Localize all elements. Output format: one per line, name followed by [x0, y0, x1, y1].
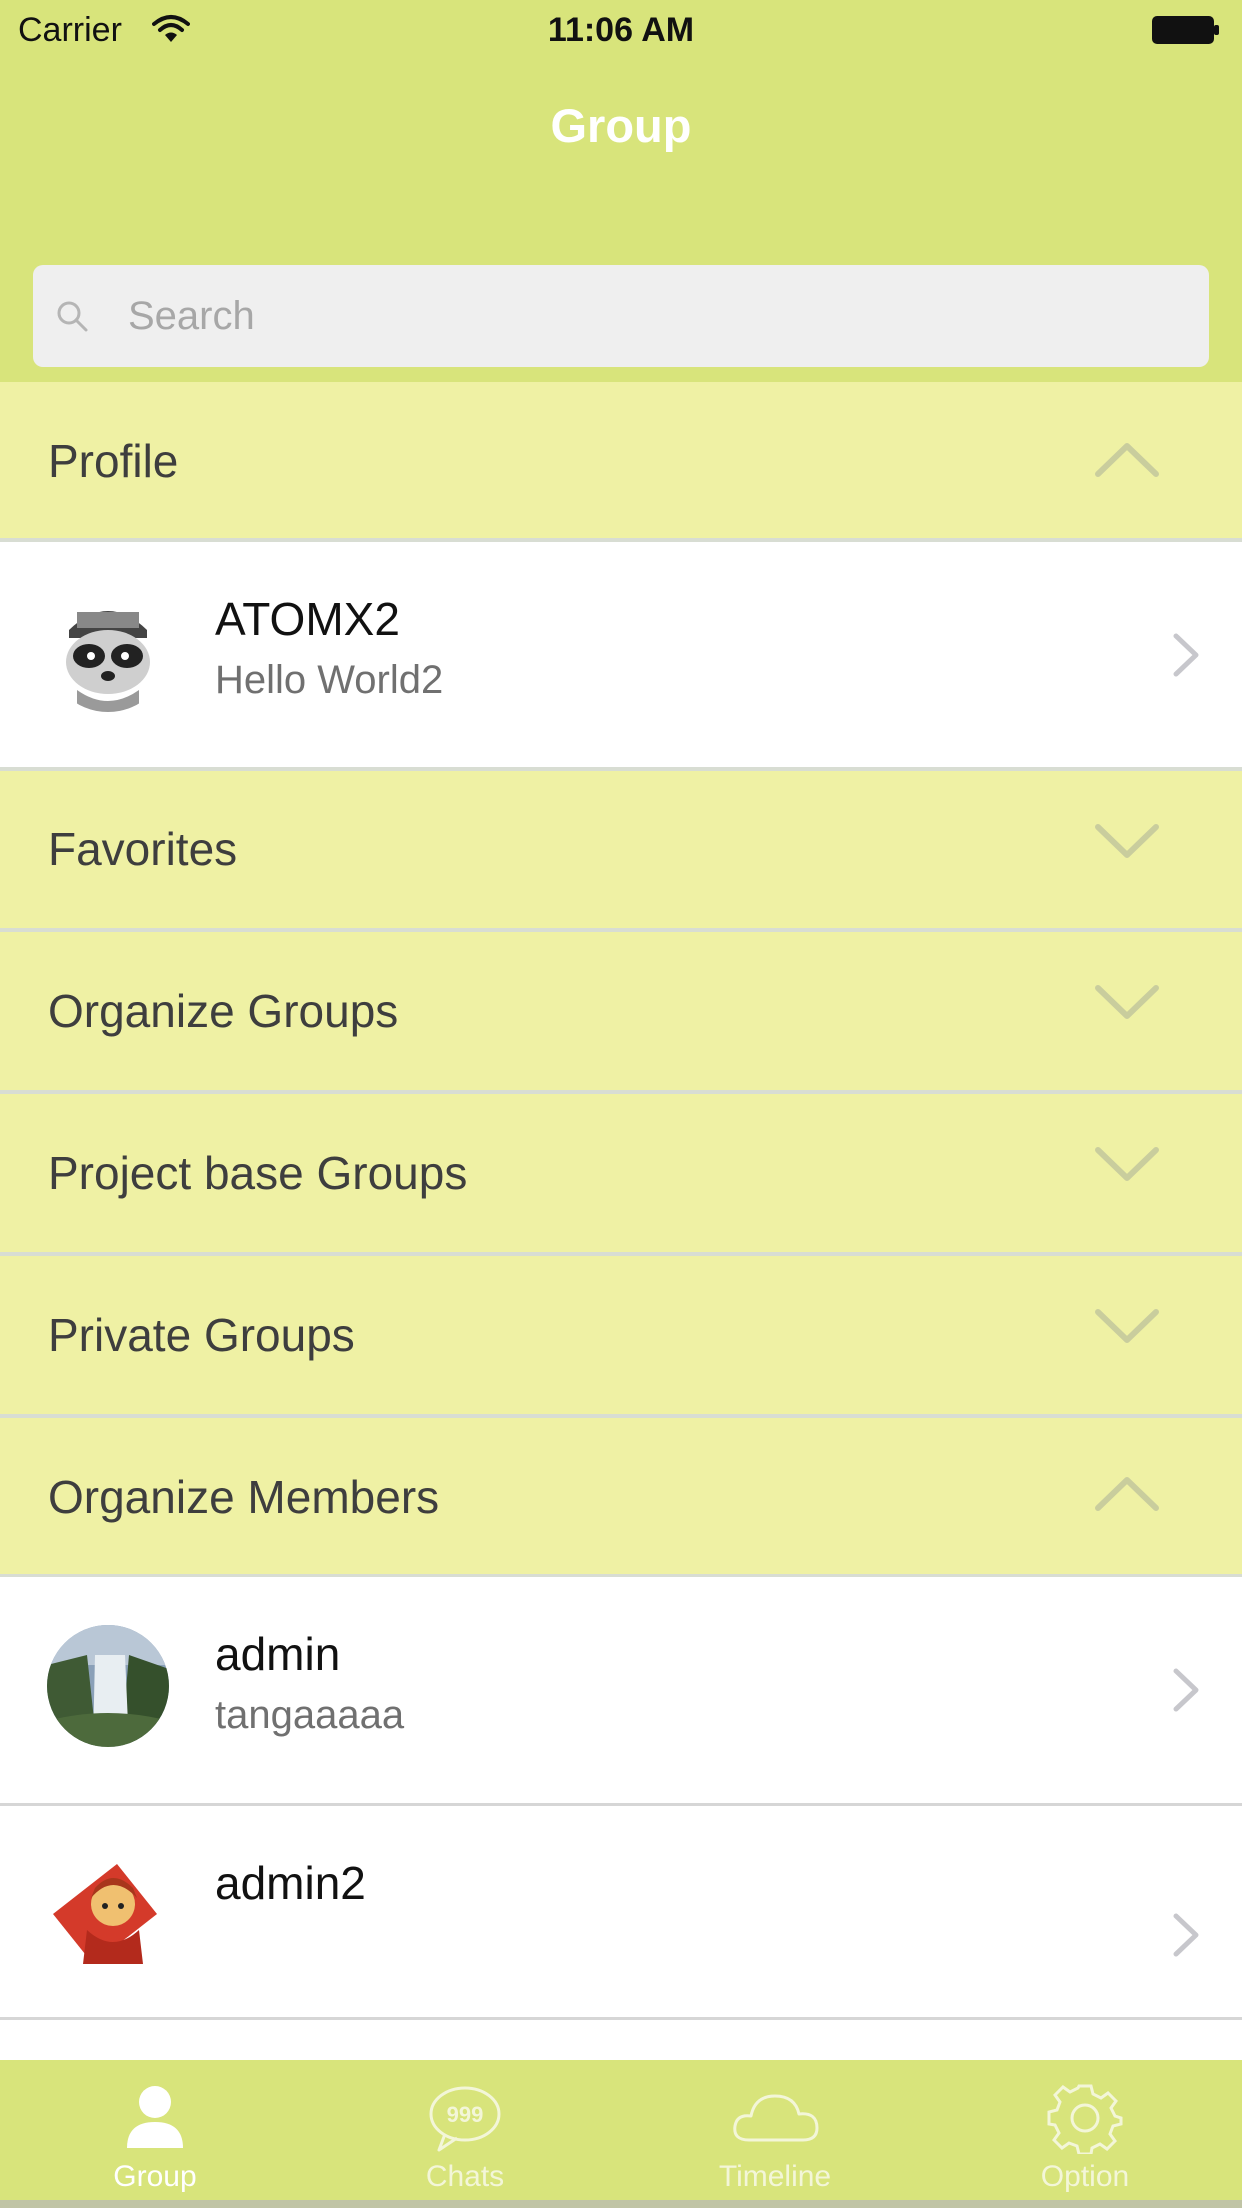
chevron-right-icon	[1173, 633, 1199, 677]
navigation-header: Carrier 11:06 AM Group Search	[0, 0, 1242, 382]
avatar	[47, 1854, 169, 1976]
chevron-down-icon	[1095, 1147, 1159, 1181]
section-organize-groups[interactable]: Organize Groups	[0, 932, 1242, 1090]
profile-name: ATOMX2	[215, 593, 400, 645]
search-input[interactable]: Search	[128, 265, 255, 367]
section-label: Organize Groups	[48, 985, 399, 1037]
chevron-right-icon	[1173, 1913, 1199, 1957]
section-private-groups[interactable]: Private Groups	[0, 1256, 1242, 1414]
search-icon	[57, 301, 88, 332]
section-favorites[interactable]: Favorites	[0, 771, 1242, 928]
cartoon-warrior-avatar	[47, 1854, 169, 1976]
chevron-down-icon	[1095, 1309, 1159, 1343]
status-bar: Carrier 11:06 AM	[0, 0, 1242, 62]
member-row[interactable]: admin tangaaaaa	[0, 1577, 1242, 1803]
avatar	[47, 1625, 169, 1747]
member-name: admin2	[215, 1857, 366, 1909]
chevron-right-icon	[1173, 1668, 1199, 1712]
tab-label: Chats	[425, 2160, 505, 2193]
tab-option[interactable]: Option	[930, 2060, 1240, 2200]
section-organize-members[interactable]: Organize Members	[0, 1418, 1242, 1576]
section-profile[interactable]: Profile	[0, 382, 1242, 540]
status-time: 11:06 AM	[547, 11, 695, 49]
tab-label: Option	[1040, 2160, 1130, 2193]
chevron-up-icon	[1095, 443, 1159, 477]
raccoon-avatar	[47, 590, 169, 712]
section-label: Project base Groups	[48, 1147, 468, 1199]
waterfall-avatar	[47, 1625, 169, 1747]
member-row[interactable]: admin2	[0, 1806, 1242, 2017]
home-indicator-strip	[0, 2200, 1242, 2208]
profile-status: Hello World2	[215, 658, 444, 702]
page-title: Group	[550, 99, 692, 152]
member-name: admin	[215, 1628, 341, 1680]
tab-label: Group	[113, 2160, 197, 2193]
chevron-up-icon	[1095, 1477, 1159, 1511]
chevron-down-icon	[1095, 985, 1159, 1019]
chat-badge: 999	[447, 2102, 484, 2127]
section-label: Private Groups	[48, 1309, 355, 1361]
member-status: tangaaaaa	[215, 1693, 405, 1737]
section-label: Organize Members	[48, 1471, 440, 1523]
chat-bubble-icon: 999	[429, 2086, 501, 2152]
search-bar[interactable]: Search	[33, 265, 1209, 367]
tab-bar: Group 999 Chats Timeline Option	[0, 2060, 1242, 2200]
section-label: Profile	[48, 435, 179, 487]
cloud-icon	[733, 2094, 819, 2142]
avatar	[47, 590, 169, 712]
gear-icon	[1047, 2084, 1123, 2154]
chevron-down-icon	[1095, 824, 1159, 858]
section-project-base-groups[interactable]: Project base Groups	[0, 1094, 1242, 1252]
tab-timeline[interactable]: Timeline	[620, 2060, 930, 2200]
battery-icon	[1152, 16, 1219, 44]
section-label: Favorites	[48, 823, 238, 875]
divider	[0, 2017, 1242, 2020]
profile-row[interactable]: ATOMX2 Hello World2	[0, 542, 1242, 768]
person-icon	[127, 2086, 183, 2148]
tab-group[interactable]: Group	[0, 2060, 310, 2200]
tab-label: Timeline	[718, 2160, 832, 2193]
tab-chats[interactable]: 999 Chats	[310, 2060, 620, 2200]
